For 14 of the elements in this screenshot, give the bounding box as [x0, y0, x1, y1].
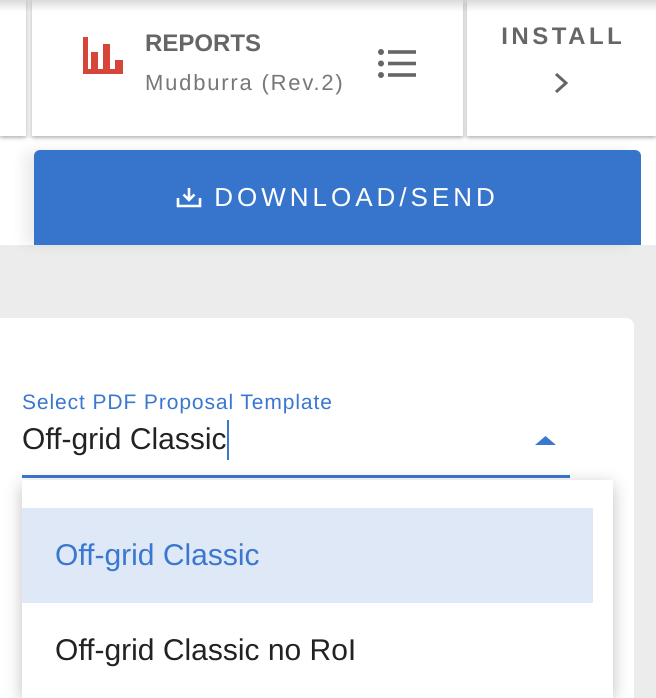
reports-title: REPORTS — [145, 29, 262, 59]
dropdown-option[interactable]: Off-grid Classic no RoI — [22, 603, 593, 698]
download-icon — [176, 187, 202, 208]
download-send-button[interactable]: DOWNLOAD/SEND — [34, 150, 641, 245]
reports-card[interactable]: REPORTS Mudburra (Rev.2) — [32, 0, 463, 136]
field-label: Select PDF Proposal Template — [22, 390, 333, 416]
caret-up-icon[interactable] — [535, 436, 556, 444]
dropdown-option[interactable]: Off-grid Classic — [22, 508, 593, 603]
project-name: Mudburra (Rev.2) — [145, 69, 345, 97]
chevron-right-icon — [553, 72, 570, 94]
menu-icon[interactable] — [378, 49, 416, 78]
bar-chart-icon — [83, 37, 123, 74]
next-step-card[interactable]: INSTALL — [467, 0, 656, 136]
next-step-label: INSTALL — [500, 22, 626, 52]
